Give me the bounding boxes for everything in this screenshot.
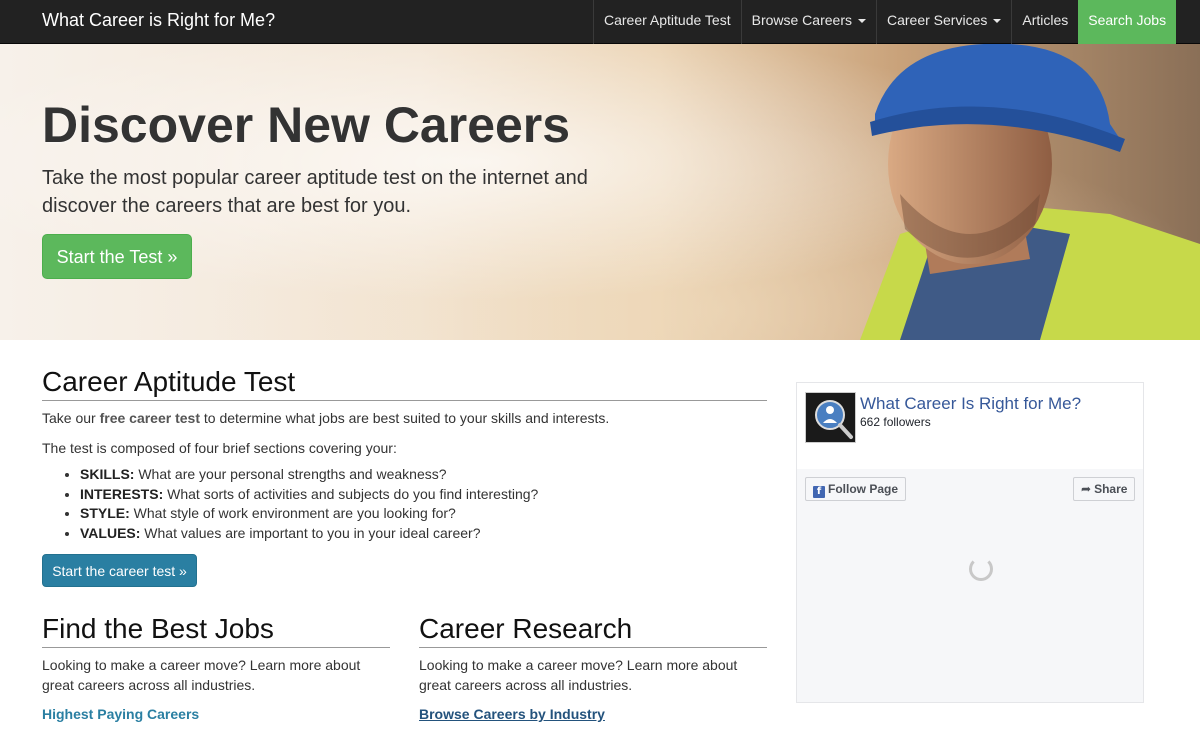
hero-banner: Discover New Careers Take the most popul… [0, 44, 1200, 340]
feature-term: STYLE: [80, 505, 130, 521]
start-career-test-button[interactable]: Start the career test » [42, 554, 197, 587]
nav-career-services[interactable]: Career Services [875, 0, 1011, 44]
caret-down-icon [857, 19, 866, 24]
feature-term: INTERESTS: [80, 485, 164, 502]
facebook-page-name[interactable]: What Career Is Right for Me? [860, 394, 1081, 414]
hero-title: Discover New Careers [42, 97, 571, 153]
loading-spinner-icon [969, 557, 993, 581]
feature-desc: What are your personal strengths and wea… [134, 466, 447, 482]
share-arrow-icon: ➦ [1081, 482, 1092, 496]
page-avatar[interactable] [805, 392, 856, 443]
facebook-page-widget: What Career Is Right for Me? 662 followe… [796, 382, 1144, 703]
caret-down-icon [993, 19, 1002, 24]
feature-desc: What values are important to you in your… [140, 524, 481, 541]
highest-paying-careers-link[interactable]: Highest Paying Careers [42, 706, 199, 722]
nav-label: Browse Careers [751, 12, 852, 28]
list-item: SKILLS: What are your personal strengths… [80, 465, 762, 485]
nav-browse-careers[interactable]: Browse Careers [740, 0, 876, 44]
share-label: Share [1094, 482, 1128, 496]
facebook-widget-header: What Career Is Right for Me? 662 followe… [797, 383, 1143, 469]
feature-desc: What sorts of activities and subjects do… [163, 485, 539, 502]
intro-text: Take our [42, 410, 100, 426]
browse-careers-by-industry-link[interactable]: Browse Careers by Industry [419, 706, 605, 722]
construction-worker-image [860, 44, 1200, 340]
list-item: VALUES: What values are important to you… [80, 524, 762, 544]
nav-search-jobs[interactable]: Search Jobs [1078, 0, 1177, 44]
magnifier-globe-icon [815, 400, 853, 439]
aptitude-intro: Take our free career test to determine w… [42, 408, 767, 428]
intro-text: to determine what jobs are best suited t… [200, 410, 610, 426]
feature-desc: What style of work environment are you l… [129, 505, 456, 521]
nav-career-aptitude-test[interactable]: Career Aptitude Test [593, 0, 741, 44]
list-item: INTERESTS: What sorts of activities and … [80, 485, 762, 505]
site-brand[interactable]: What Career is Right for Me? [42, 0, 275, 44]
career-research-heading: Career Research [419, 613, 767, 648]
nav-label: Search Jobs [1088, 12, 1167, 28]
follow-page-button[interactable]: f Follow Page [805, 477, 907, 501]
share-button[interactable]: ➦ Share [1073, 477, 1136, 501]
feature-term: SKILLS: [80, 466, 135, 482]
main-nav: Career Aptitude Test Browse Careers Care… [593, 0, 1177, 44]
nav-label: Career Aptitude Test [604, 12, 731, 28]
start-test-button[interactable]: Start the Test » [42, 234, 192, 279]
career-research-text: Looking to make a career move? Learn mor… [419, 657, 738, 693]
facebook-icon: f [813, 486, 825, 498]
list-item: STYLE: What style of work environment ar… [80, 504, 762, 524]
aptitude-sections-list: SKILLS: What are your personal strengths… [62, 465, 762, 543]
nav-label: Articles [1022, 12, 1069, 28]
free-career-test-text: free career test [99, 410, 200, 426]
hero-subtitle: Take the most popular career aptitude te… [42, 167, 588, 217]
nav-label: Career Services [886, 12, 988, 28]
best-jobs-text: Looking to make a career move? Learn mor… [42, 657, 361, 693]
best-jobs-heading: Find the Best Jobs [42, 613, 390, 648]
feature-term: VALUES: [80, 524, 141, 541]
follow-label: Follow Page [828, 482, 899, 496]
facebook-followers: 662 followers [860, 415, 931, 429]
top-navbar: What Career is Right for Me? Career Apti… [0, 0, 1200, 44]
aptitude-heading: Career Aptitude Test [42, 366, 767, 401]
aptitude-composed: The test is composed of four brief secti… [42, 440, 397, 456]
nav-articles[interactable]: Articles [1011, 0, 1078, 44]
